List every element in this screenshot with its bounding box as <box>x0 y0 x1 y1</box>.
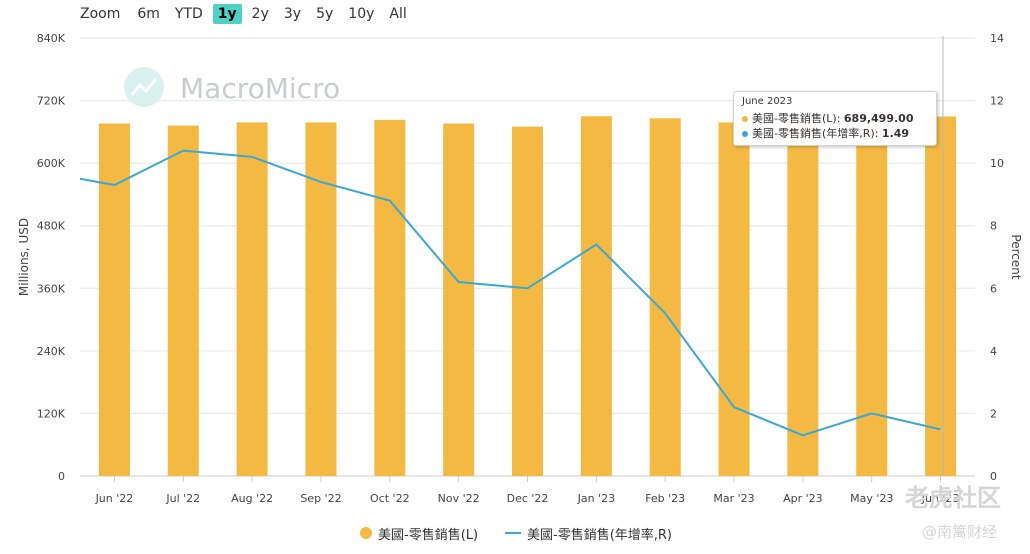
bar <box>856 118 888 477</box>
left-tick-label: 720K <box>37 95 66 108</box>
legend-marker-sales <box>360 527 372 539</box>
legend-marker-yoy <box>505 532 521 534</box>
tooltip-row-yoy: 美國-零售銷售(年增率,R): 1.49 <box>742 125 909 141</box>
left-tick-label: 600K <box>37 157 66 170</box>
bar <box>925 116 957 476</box>
bar <box>443 123 475 476</box>
x-tick-label: Mar '23 <box>713 492 754 505</box>
bar <box>236 122 268 476</box>
x-tick-label: Sep '22 <box>300 492 341 505</box>
logo-watermark: MacroMicro <box>124 67 340 107</box>
left-tick-label: 360K <box>37 282 66 295</box>
x-tick-label: Jan '23 <box>577 492 615 505</box>
left-tick-label: 120K <box>37 407 66 420</box>
tooltip-date: June 2023 <box>742 96 793 107</box>
watermark-tiger: 老虎社区 <box>905 484 1001 512</box>
right-tick-label: 14 <box>990 32 1004 45</box>
tooltip-value-sales: 689,499.00 <box>843 112 914 125</box>
x-tick-label: Nov '22 <box>438 492 480 505</box>
right-tick-label: 10 <box>990 157 1004 170</box>
bar <box>98 123 130 476</box>
bar <box>580 116 612 476</box>
chart-canvas: MacroMicro 0 120K 240K 360K 480K 600K 720K 840K… <box>17 32 1023 505</box>
bar <box>512 126 543 477</box>
bar <box>649 118 681 477</box>
legend-label-yoy: 美國-零售銷售(年增率,R) <box>527 527 672 543</box>
left-tick-label: 0 <box>58 470 65 483</box>
right-tick-label: 4 <box>990 345 997 358</box>
x-tick-label: Aug '22 <box>231 492 273 505</box>
left-axis-title: Millions, USD <box>17 218 31 296</box>
right-tick-label: 8 <box>990 220 997 233</box>
left-axis-ticks: 0 120K 240K 360K 480K 600K 720K 840K <box>37 32 66 483</box>
right-axis-title: Percent <box>1009 234 1023 279</box>
right-tick-label: 12 <box>990 95 1004 108</box>
x-tick-label: Dec '22 <box>507 492 549 505</box>
tooltip-dot-sales <box>742 116 748 122</box>
x-tick-label: Feb '23 <box>645 492 685 505</box>
x-axis-ticks: Jun '22 Jul '22 Aug '22 Sep '22 Oct '22 Nov '… <box>95 476 959 505</box>
x-tick-label: May '23 <box>850 492 893 505</box>
logo-text: MacroMicro <box>180 72 340 105</box>
bar <box>305 122 337 476</box>
bar-series <box>98 116 957 477</box>
left-tick-label: 480K <box>37 220 66 233</box>
tooltip-row-sales: 美國-零售銷售(L): 689,499.00 <box>742 110 913 126</box>
x-tick-label: Jul '22 <box>165 492 200 505</box>
right-axis-ticks: 02468101214 <box>990 32 1004 483</box>
x-tick-label: Apr '23 <box>783 492 823 505</box>
left-tick-label: 240K <box>37 345 66 358</box>
legend-item-sales[interactable]: 美國-零售銷售(L) <box>360 523 478 543</box>
bar <box>167 125 199 476</box>
tooltip: June 2023 美國-零售銷售(L): 689,499.00 美國-零售銷售… <box>733 91 937 146</box>
right-tick-label: 6 <box>990 282 997 295</box>
bar <box>787 119 819 476</box>
bar <box>374 119 406 476</box>
left-tick-label: 840K <box>37 32 66 45</box>
x-tick-label: Oct '22 <box>370 492 410 505</box>
tooltip-value-yoy: 1.49 <box>881 127 910 140</box>
tooltip-dot-yoy <box>742 131 748 137</box>
legend-label-sales: 美國-零售銷售(L) <box>378 527 479 543</box>
x-tick-label: Jun '22 <box>95 492 134 505</box>
legend-item-yoy[interactable]: 美國-零售銷售(年增率,R) <box>505 523 672 543</box>
watermark-author: @南篱财经 <box>922 523 998 541</box>
tooltip-series-sales: 美國-零售銷售(L) <box>752 112 837 125</box>
bar <box>718 122 750 476</box>
right-tick-label: 2 <box>990 407 997 420</box>
tooltip-series-yoy: 美國-零售銷售(年增率,R) <box>752 127 875 140</box>
